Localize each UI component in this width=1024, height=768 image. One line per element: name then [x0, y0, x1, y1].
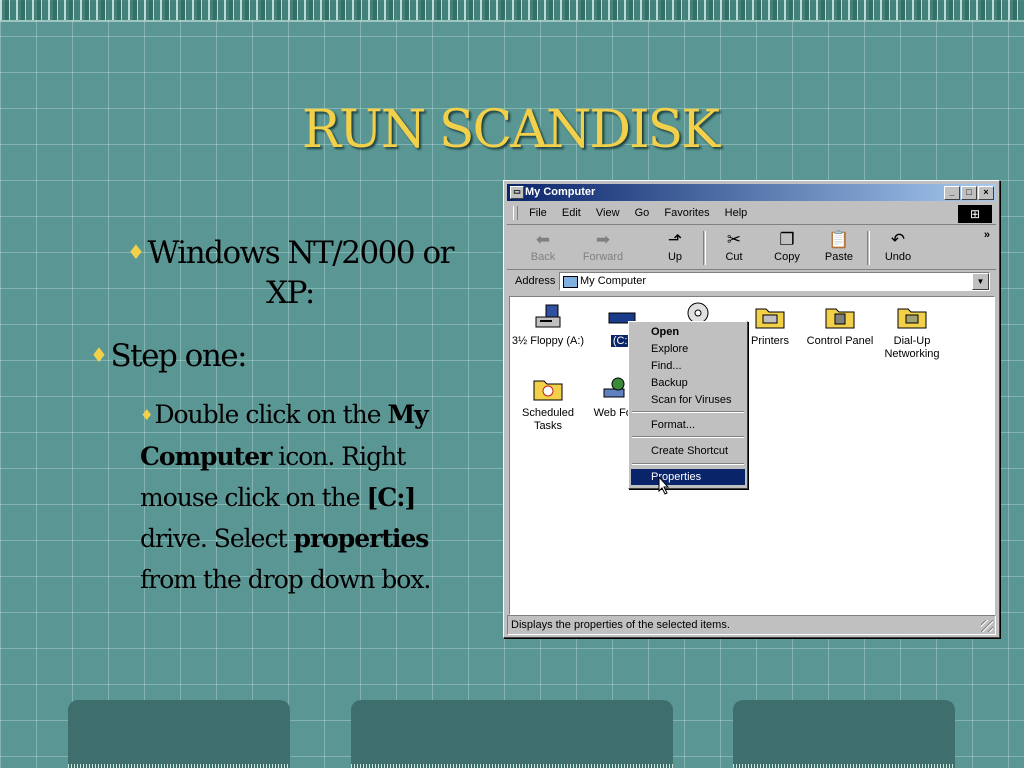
floppy-drive-icon: [535, 304, 561, 328]
bullet-step-one: ♦ Step one:: [90, 338, 248, 374]
minimize-button[interactable]: _: [944, 186, 960, 200]
copy-button[interactable]: ❐ Copy: [765, 229, 809, 263]
toolbar-separator: [703, 231, 706, 265]
back-arrow-icon: ⬅: [535, 230, 551, 249]
instruction-text: Double click on the: [154, 400, 388, 429]
scissors-icon: ✂: [726, 230, 742, 249]
ctx-create-shortcut[interactable]: Create Shortcut: [631, 443, 745, 459]
web-folders-icon: [603, 377, 625, 398]
cut-label: Cut: [725, 251, 743, 263]
address-label: Address: [515, 275, 556, 287]
control-panel-label: Control Panel: [806, 335, 874, 347]
resize-grip-icon[interactable]: [981, 620, 993, 632]
menu-file[interactable]: File: [523, 204, 553, 222]
windows-logo-icon: ⊞: [958, 205, 992, 223]
copy-icon: ❐: [779, 230, 795, 249]
sub-bullet-instructions: ♦Double click on the My Computer icon. R…: [140, 394, 470, 600]
address-input[interactable]: My Computer ▼: [559, 272, 990, 291]
back-label: Back: [530, 251, 556, 263]
printers-folder-icon: [755, 308, 785, 329]
dialup-folder-icon: [897, 308, 927, 329]
bottom-panel-right: [733, 700, 955, 768]
control-panel-item[interactable]: Control Panel: [802, 303, 878, 348]
clipboard-icon: 📋: [828, 230, 850, 249]
status-text: Displays the properties of the selected …: [511, 619, 730, 631]
instruction-text: from the drop down box.: [140, 565, 431, 594]
paste-label: Paste: [824, 251, 854, 263]
ctx-scan-viruses[interactable]: Scan for Viruses: [631, 392, 745, 408]
status-bar: Displays the properties of the selected …: [507, 615, 996, 635]
ctx-separator: [632, 463, 744, 465]
context-menu: Open Explore Find... Backup Scan for Vir…: [628, 321, 748, 489]
address-dropdown-arrow-icon[interactable]: ▼: [972, 273, 989, 290]
mouse-pointer-icon: [658, 476, 670, 495]
forward-arrow-icon: ➡: [595, 230, 611, 249]
up-button[interactable]: ⬏ Up: [653, 229, 697, 263]
toolbar-separator: [867, 231, 870, 265]
maximize-button[interactable]: □: [961, 186, 977, 200]
copy-label: Copy: [774, 251, 800, 263]
undo-label: Undo: [884, 251, 912, 263]
circuit-banner: [0, 0, 1024, 20]
bottom-panel-center: [351, 700, 673, 768]
control-panel-folder-icon: [825, 308, 855, 329]
instruction-text: drive. Select: [140, 524, 294, 553]
ctx-explore[interactable]: Explore: [631, 341, 745, 357]
bullet-1-text: Windows NT/2000 or XP:: [147, 235, 454, 311]
up-label: Up: [667, 251, 683, 263]
computer-icon: [563, 276, 578, 288]
ctx-separator: [632, 411, 744, 413]
diamond-bullet-icon: ♦: [127, 240, 145, 264]
ctx-separator: [632, 436, 744, 438]
menu-go[interactable]: Go: [629, 204, 656, 222]
instruction-bold-c-drive: [C:]: [366, 483, 417, 512]
slide-title: RUN SCANDISK: [301, 100, 720, 160]
back-button[interactable]: ⬅ Back: [521, 229, 565, 263]
ctx-backup[interactable]: Backup: [631, 375, 745, 391]
scheduled-tasks-item[interactable]: Scheduled Tasks: [510, 375, 586, 433]
address-value: My Computer: [580, 275, 647, 287]
instruction-bold-properties: properties: [293, 524, 429, 553]
paste-button[interactable]: 📋 Paste: [817, 229, 861, 263]
window-titlebar[interactable]: ▭ My Computer _ □ ×: [507, 184, 996, 201]
address-bar: Address My Computer ▼: [507, 271, 996, 293]
floppy-label: 3½ Floppy (A:): [511, 335, 585, 347]
undo-icon: ↶: [890, 230, 906, 249]
diamond-bullet-icon: ♦: [140, 406, 153, 424]
printers-label: Printers: [751, 335, 789, 347]
circuit-line: [0, 20, 1024, 22]
ctx-open[interactable]: Open: [631, 324, 745, 340]
window-controls: _ □ ×: [943, 186, 994, 203]
menu-edit[interactable]: Edit: [556, 204, 587, 222]
my-computer-window: ▭ My Computer _ □ × File Edit View Go Favo…: [503, 180, 1000, 638]
scheduled-tasks-folder-icon: [533, 380, 563, 401]
dialup-label: Dial-Up Networking: [884, 335, 940, 360]
floppy-drive-item[interactable]: 3½ Floppy (A:): [510, 303, 586, 348]
bullet-windows-versions: ♦ Windows NT/2000 or XP:: [110, 232, 470, 313]
ctx-properties[interactable]: Properties: [631, 469, 745, 485]
computer-icon: ▭: [510, 186, 524, 199]
close-button[interactable]: ×: [978, 186, 994, 200]
scheduled-tasks-label: Scheduled Tasks: [522, 407, 574, 432]
diamond-bullet-icon: ♦: [90, 343, 108, 367]
toolbar-more-chevron-icon[interactable]: »: [984, 229, 990, 241]
ctx-format[interactable]: Format...: [631, 417, 745, 433]
cut-button[interactable]: ✂ Cut: [712, 229, 756, 263]
file-view: 3½ Floppy (A:) (C:) Printers Control Pan…: [509, 296, 995, 615]
dialup-networking-item[interactable]: Dial-Up Networking: [874, 303, 950, 361]
menu-view[interactable]: View: [590, 204, 626, 222]
menu-bar: File Edit View Go Favorites Help ⊞: [507, 204, 996, 225]
forward-button[interactable]: ➡ Forward: [581, 229, 625, 263]
up-folder-icon: ⬏: [667, 230, 683, 249]
menu-help[interactable]: Help: [719, 204, 754, 222]
undo-button[interactable]: ↶ Undo: [876, 229, 920, 263]
forward-label: Forward: [582, 251, 624, 263]
menu-favorites[interactable]: Favorites: [658, 204, 715, 222]
menubar-grip[interactable]: [513, 206, 518, 220]
bullet-2-text: Step one:: [110, 338, 247, 374]
window-title: My Computer: [525, 186, 596, 198]
toolbar: ⬅ Back ➡ Forward ⬏ Up ✂ Cut ❐ Copy 📋 Paste ↶ Un…: [507, 227, 996, 270]
bottom-panel-left: [68, 700, 290, 768]
ctx-find[interactable]: Find...: [631, 358, 745, 374]
